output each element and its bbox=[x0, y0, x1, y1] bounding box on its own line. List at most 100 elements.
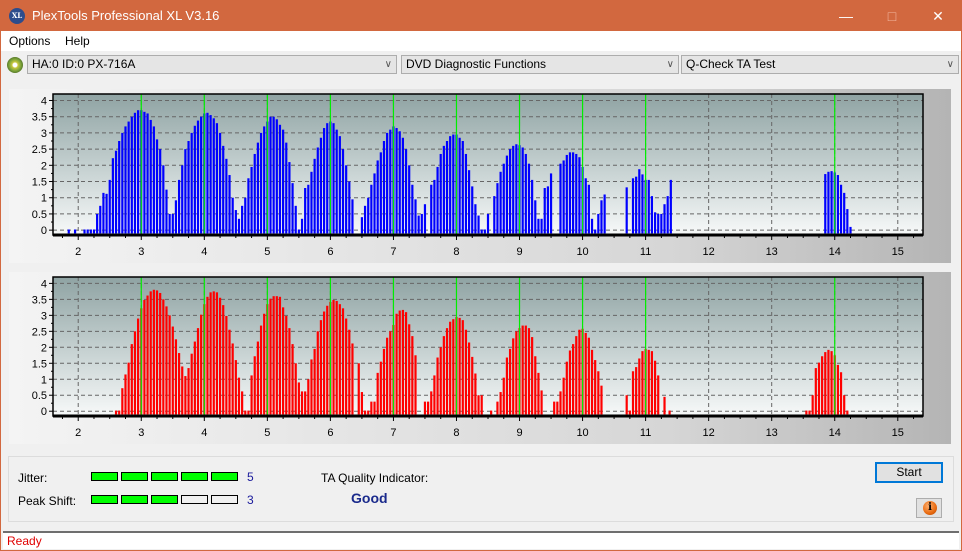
bar bbox=[313, 158, 316, 234]
menu-options[interactable]: Options bbox=[9, 34, 50, 48]
bar bbox=[363, 205, 367, 234]
bar bbox=[625, 187, 628, 234]
bar bbox=[237, 218, 241, 234]
bar bbox=[562, 377, 565, 415]
bar bbox=[808, 410, 811, 415]
top-chart: 0 0.5 1 1.5 2 2.5 3 3.5 4 2 3 4 5 6 7 8 9 10 11 12 13 14 15 bbox=[32, 93, 924, 258]
bar bbox=[572, 344, 575, 415]
bar bbox=[256, 142, 259, 234]
bar bbox=[638, 169, 641, 234]
y-tick-label: 3 bbox=[41, 310, 47, 322]
chevron-down-icon: ∨ bbox=[384, 59, 392, 70]
x-tick-label: 3 bbox=[138, 427, 144, 439]
bar bbox=[575, 153, 578, 234]
bar bbox=[376, 160, 379, 234]
bar bbox=[127, 362, 130, 415]
peak-shift-segment bbox=[151, 495, 178, 504]
drive-select[interactable]: HA:0 ID:0 PX-716A ∨ bbox=[27, 55, 397, 74]
bar bbox=[635, 367, 638, 415]
bar bbox=[259, 325, 263, 415]
bar bbox=[348, 329, 351, 415]
bar bbox=[143, 111, 146, 234]
bar bbox=[118, 141, 121, 234]
bar bbox=[326, 123, 329, 234]
minimize-button[interactable]: — bbox=[823, 1, 869, 31]
bar bbox=[215, 123, 219, 234]
bar bbox=[631, 178, 635, 234]
bar bbox=[660, 213, 663, 234]
x-tick-label: 4 bbox=[201, 246, 207, 258]
bar bbox=[568, 152, 572, 234]
info-button[interactable]: i bbox=[916, 498, 942, 518]
function-select-value: DVD Diagnostic Functions bbox=[406, 57, 547, 71]
y-tick-label: 0.5 bbox=[32, 390, 47, 402]
bar bbox=[590, 349, 594, 415]
bar bbox=[133, 112, 137, 234]
x-tick-label: 7 bbox=[390, 427, 396, 439]
x-tick-label: 14 bbox=[829, 427, 841, 439]
disc-drive-icon bbox=[7, 57, 23, 73]
bar bbox=[477, 215, 480, 234]
bar bbox=[282, 307, 285, 415]
app-logo-icon: XL bbox=[9, 8, 25, 24]
bar bbox=[553, 401, 556, 415]
bar bbox=[269, 298, 272, 415]
close-button[interactable]: ✕ bbox=[915, 1, 961, 31]
bar bbox=[496, 401, 499, 415]
bar bbox=[228, 175, 231, 234]
bar bbox=[467, 170, 471, 234]
maximize-button[interactable]: □ bbox=[869, 1, 915, 31]
bar bbox=[420, 213, 423, 234]
bar bbox=[200, 116, 203, 234]
start-button[interactable]: Start bbox=[875, 462, 943, 483]
bar bbox=[578, 329, 581, 415]
bar bbox=[143, 300, 146, 415]
x-tick-label: 6 bbox=[327, 427, 333, 439]
bar bbox=[461, 320, 464, 415]
peak-shift-segment bbox=[181, 495, 208, 504]
bar bbox=[480, 229, 483, 234]
bar bbox=[480, 395, 483, 415]
bar bbox=[398, 310, 401, 415]
bar bbox=[92, 229, 96, 234]
test-select[interactable]: Q-Check TA Test ∨ bbox=[681, 55, 959, 74]
bar bbox=[423, 401, 427, 415]
bar bbox=[594, 360, 597, 415]
bar bbox=[190, 132, 193, 234]
bar bbox=[165, 306, 168, 415]
bar bbox=[805, 410, 808, 415]
bar bbox=[512, 145, 515, 234]
bar bbox=[836, 364, 839, 415]
bar bbox=[505, 357, 509, 415]
bar bbox=[149, 119, 152, 234]
bar bbox=[824, 174, 827, 234]
bar bbox=[206, 112, 209, 234]
bar bbox=[345, 318, 348, 415]
bar bbox=[341, 149, 345, 234]
bar bbox=[467, 342, 471, 415]
bar bbox=[222, 145, 225, 234]
bar bbox=[474, 373, 477, 415]
bar bbox=[653, 360, 657, 415]
bar bbox=[127, 121, 130, 234]
x-tick-label: 11 bbox=[640, 427, 651, 439]
bar bbox=[241, 391, 244, 415]
x-tick-label: 12 bbox=[703, 427, 715, 439]
bar bbox=[165, 189, 168, 234]
bar bbox=[534, 356, 537, 415]
bar bbox=[137, 110, 140, 234]
bar bbox=[496, 183, 499, 234]
bar bbox=[341, 308, 345, 415]
bar bbox=[508, 348, 512, 415]
function-select[interactable]: DVD Diagnostic Functions ∨ bbox=[401, 55, 679, 74]
menu-help[interactable]: Help bbox=[65, 34, 90, 48]
bar bbox=[445, 141, 449, 234]
jitter-segment bbox=[181, 472, 208, 481]
bar bbox=[253, 356, 256, 415]
bar bbox=[231, 343, 234, 415]
menu-bar: Options Help bbox=[1, 31, 961, 51]
bar bbox=[338, 136, 341, 234]
x-tick-label: 13 bbox=[766, 246, 778, 258]
bar bbox=[537, 372, 540, 415]
bar bbox=[543, 188, 546, 234]
